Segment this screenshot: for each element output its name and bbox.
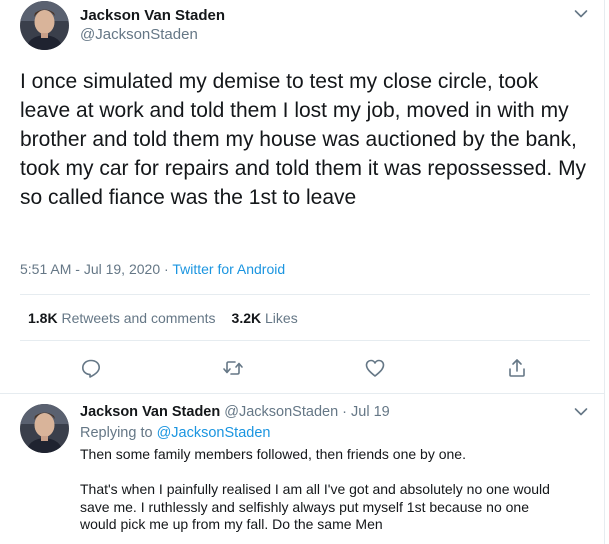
author-name[interactable]: Jackson Van Staden [80,7,225,24]
reply-text: Then some family members followed, then … [80,446,600,534]
retweets-stat[interactable]: 1.8K Retweets and comments [28,310,216,326]
divider [20,294,590,295]
author-handle[interactable]: @JacksonStaden [80,26,198,43]
avatar-photo-icon [20,1,69,50]
reply-author-name[interactable]: Jackson Van Staden [80,404,220,420]
divider [0,393,605,394]
likes-count: 3.2K [231,310,262,326]
like-heart-icon[interactable] [364,357,386,379]
tweet-detail-panel: Jackson Van Staden @JacksonStaden I once… [0,0,605,544]
reply-line-gap [80,464,600,482]
avatar[interactable] [20,404,69,453]
replying-to-label: Replying to [80,425,153,441]
likes-stat[interactable]: 3.2K Likes [232,310,298,326]
retweets-label: Retweets and comments [61,310,216,326]
retweet-icon[interactable] [222,357,244,379]
chevron-down-icon[interactable] [574,407,588,417]
reply-line: That's when I painfully realised I am al… [80,481,550,498]
replying-to: Replying to @JacksonStaden [80,425,270,441]
tweet-time[interactable]: 5:51 AM [20,261,71,277]
reply-separator: · [342,404,348,420]
reply-line: save me. I ruthlessly and selfishly alwa… [80,498,529,515]
chevron-down-icon[interactable] [574,9,588,19]
tweet-source-link[interactable]: Twitter for Android [172,261,285,277]
reply-header: Jackson Van Staden @JacksonStaden · Jul … [80,404,390,420]
tweet-date[interactable]: Jul 19, 2020 [84,261,160,277]
reply-line: Then some family members followed, then … [80,446,466,462]
divider [20,340,590,341]
tweet-metadata: 5:51 AM - Jul 19, 2020 · Twitter for And… [20,261,286,277]
reply-icon[interactable] [80,357,102,379]
likes-label: Likes [265,310,298,326]
replying-to-handle[interactable]: @JacksonStaden [157,425,271,441]
reply-date[interactable]: Jul 19 [351,404,390,420]
tweet-stats: 1.8K Retweets and comments 3.2K Likes [28,310,298,326]
tweet-text: I once simulated my demise to test my cl… [20,70,592,209]
share-icon[interactable] [506,357,528,379]
meta-separator: · [164,261,169,277]
reply-line: would pick me up from my fall. Do the sa… [80,516,383,533]
avatar[interactable] [20,1,69,50]
reply-author-handle[interactable]: @JacksonStaden [224,404,338,420]
avatar-photo-icon [20,404,69,453]
retweets-count: 1.8K [28,310,58,326]
